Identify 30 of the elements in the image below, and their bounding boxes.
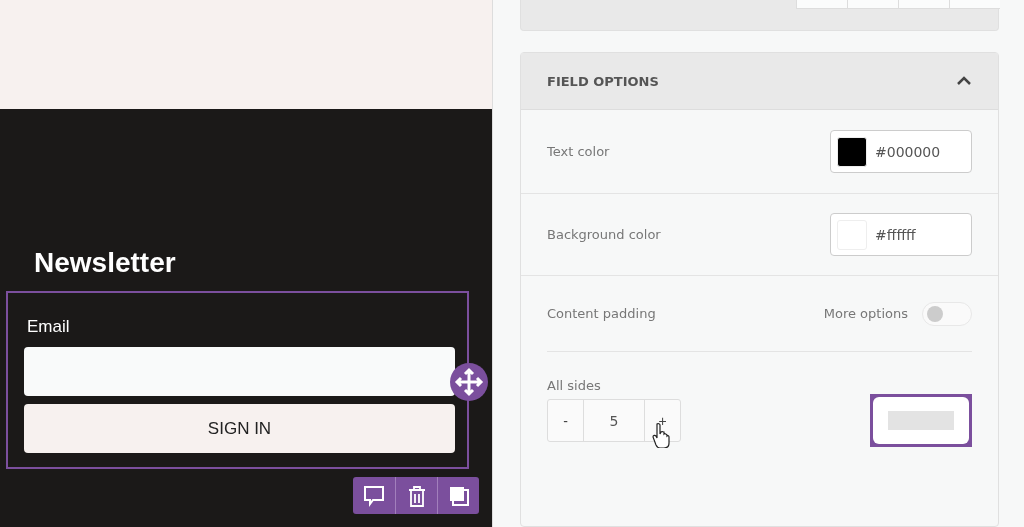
- row-label: Background color: [547, 227, 661, 242]
- move-handle-icon[interactable]: [449, 362, 489, 402]
- chevron-icon: [956, 76, 972, 86]
- sign-in-button[interactable]: SIGN IN: [24, 404, 455, 453]
- duplicate-button[interactable]: [437, 477, 479, 514]
- newsletter-heading: Newsletter: [34, 247, 177, 279]
- toolbar-tab[interactable]: [796, 0, 847, 9]
- row-label: All sides: [547, 378, 602, 393]
- decrement-button[interactable]: -: [548, 400, 583, 441]
- duplicate-icon: [447, 484, 470, 507]
- color-field[interactable]: #ffffff: [830, 213, 972, 256]
- speech-bubble-icon: [363, 484, 385, 507]
- stepper-value[interactable]: 5: [583, 400, 645, 441]
- trash-icon: [407, 484, 426, 507]
- toggle-switch[interactable]: [922, 301, 972, 326]
- toolbar-tab[interactable]: [847, 0, 898, 9]
- email-field[interactable]: [24, 347, 455, 396]
- form-block[interactable]: Email SIGN IN: [6, 291, 469, 469]
- delete-button[interactable]: [395, 477, 437, 514]
- toolbar-tab[interactable]: [949, 0, 1000, 9]
- color-field[interactable]: #000000: [830, 130, 972, 173]
- toggle-label: More options: [823, 306, 908, 321]
- hex-value: #000000: [875, 143, 941, 160]
- comment-button[interactable]: [353, 477, 395, 514]
- section-header[interactable]: FIELD OPTIONS: [521, 53, 998, 110]
- row-label: Text color: [547, 144, 610, 159]
- toolbar-tab[interactable]: [898, 0, 949, 9]
- field-label: Email: [27, 317, 71, 337]
- hex-value: #ffffff: [875, 226, 916, 243]
- row-label: Content padding: [547, 306, 656, 321]
